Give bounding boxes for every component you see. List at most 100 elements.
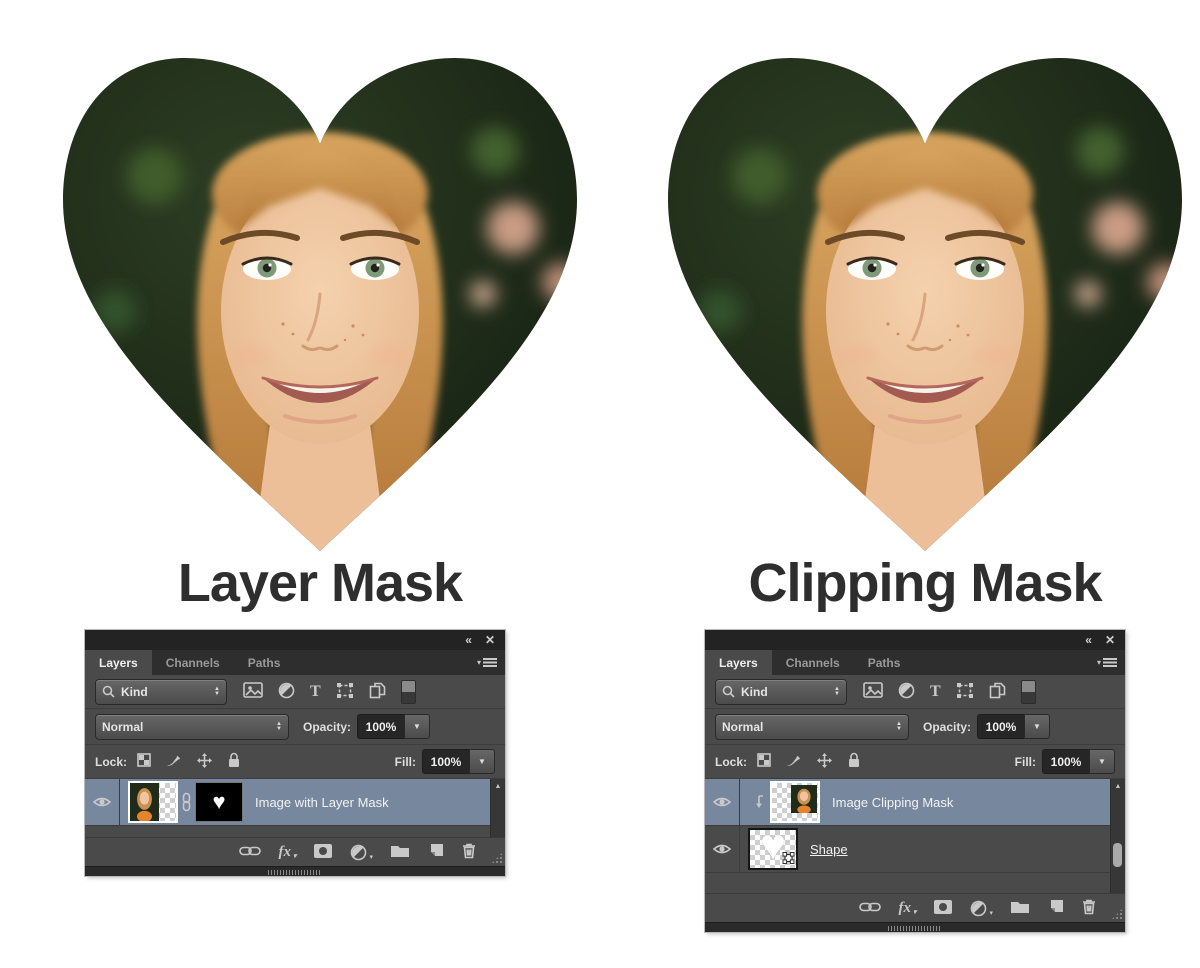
layer-name[interactable]: Image with Layer Mask bbox=[255, 795, 389, 810]
lock-transparency-icon[interactable] bbox=[137, 753, 151, 770]
panel-toolbar: fx ▾ ▾ bbox=[85, 838, 505, 866]
filter-pixel-layers-icon[interactable] bbox=[863, 682, 883, 701]
fill-value[interactable]: 100% bbox=[422, 749, 469, 774]
spinner-icon: ▲▼ bbox=[890, 722, 902, 731]
fill-dropdown-arrow[interactable]: ▼ bbox=[1089, 749, 1115, 774]
layer-thumbnail[interactable] bbox=[128, 781, 178, 823]
lock-pixels-icon[interactable] bbox=[165, 753, 182, 771]
mask-link-icon[interactable] bbox=[181, 792, 192, 812]
panel-tab-bar: Layers Channels Paths ▾ bbox=[85, 650, 505, 675]
layer-style-icon[interactable]: fx ▾ bbox=[898, 901, 916, 916]
tab-layers[interactable]: Layers bbox=[705, 650, 772, 675]
blend-mode-value: Normal bbox=[722, 720, 763, 734]
add-layer-mask-icon[interactable] bbox=[313, 843, 333, 862]
filter-toggle-icon[interactable] bbox=[1021, 680, 1036, 704]
close-panel-icon[interactable]: ✕ bbox=[485, 634, 495, 646]
layer-thumbnail-photo bbox=[130, 783, 159, 821]
link-layers-icon[interactable] bbox=[859, 901, 881, 916]
lock-transparency-icon[interactable] bbox=[757, 753, 771, 770]
opacity-dropdown-arrow[interactable]: ▼ bbox=[1024, 714, 1050, 739]
opacity-control: 100% ▼ bbox=[977, 714, 1050, 739]
tab-layers[interactable]: Layers bbox=[85, 650, 152, 675]
adjustment-layer-icon[interactable]: ▾ bbox=[970, 900, 993, 917]
link-layers-icon[interactable] bbox=[239, 845, 261, 860]
new-layer-icon[interactable] bbox=[427, 843, 444, 862]
lock-position-icon[interactable] bbox=[196, 752, 213, 772]
opacity-value[interactable]: 100% bbox=[357, 714, 404, 739]
blend-mode-value: Normal bbox=[102, 720, 143, 734]
kind-filter-dropdown[interactable]: Kind ▲▼ bbox=[95, 679, 227, 705]
filter-toggle-icon[interactable] bbox=[401, 680, 416, 704]
new-group-icon[interactable] bbox=[1010, 899, 1030, 917]
opacity-value[interactable]: 100% bbox=[977, 714, 1024, 739]
delete-layer-icon[interactable] bbox=[461, 842, 477, 862]
panel-menu-icon[interactable]: ▾ bbox=[1097, 650, 1117, 675]
layer-row-image-with-layer-mask[interactable]: ♥ Image with Layer Mask bbox=[85, 779, 491, 826]
lock-all-icon[interactable] bbox=[227, 752, 241, 771]
kind-filter-label: Kind bbox=[741, 685, 768, 699]
scrollbar-thumb[interactable] bbox=[1113, 843, 1122, 867]
scroll-up-icon[interactable]: ▲ bbox=[1115, 783, 1122, 790]
opacity-dropdown-arrow[interactable]: ▼ bbox=[404, 714, 430, 739]
clipping-mask-caption: Clipping Mask bbox=[650, 556, 1200, 610]
lock-row: Lock: Fill: 100% ▼ bbox=[705, 745, 1125, 779]
layer-name[interactable]: Image Clipping Mask bbox=[832, 795, 953, 810]
fill-label: Fill: bbox=[395, 755, 416, 769]
scroll-up-icon[interactable]: ▲ bbox=[495, 783, 502, 790]
filter-type-layers-icon[interactable]: T bbox=[930, 684, 941, 700]
blend-row: Normal ▲▼ Opacity: 100% ▼ bbox=[85, 709, 505, 745]
panel-drag-grip[interactable] bbox=[268, 870, 322, 875]
panel-resize-grip[interactable] bbox=[1111, 908, 1123, 920]
fill-dropdown-arrow[interactable]: ▼ bbox=[469, 749, 495, 774]
lock-all-icon[interactable] bbox=[847, 752, 861, 771]
add-layer-mask-icon[interactable] bbox=[933, 899, 953, 918]
layer-style-icon[interactable]: fx ▾ bbox=[278, 845, 296, 860]
layer-mask-thumbnail[interactable]: ♥ bbox=[195, 782, 243, 822]
filter-smart-object-icon[interactable] bbox=[989, 682, 1006, 702]
new-group-icon[interactable] bbox=[390, 843, 410, 861]
filter-row: Kind ▲▼ T bbox=[85, 675, 505, 709]
filter-smart-object-icon[interactable] bbox=[369, 682, 386, 702]
fill-value[interactable]: 100% bbox=[1042, 749, 1089, 774]
close-panel-icon[interactable]: ✕ bbox=[1105, 634, 1115, 646]
tab-paths[interactable]: Paths bbox=[234, 650, 295, 675]
delete-layer-icon[interactable] bbox=[1081, 898, 1097, 918]
kind-filter-dropdown[interactable]: Kind ▲▼ bbox=[715, 679, 847, 705]
adjustment-layer-icon[interactable]: ▾ bbox=[350, 844, 373, 861]
fill-control: 100% ▼ bbox=[1042, 749, 1115, 774]
visibility-toggle[interactable] bbox=[705, 779, 740, 825]
layer-name[interactable]: Shape bbox=[810, 842, 848, 857]
blend-mode-dropdown[interactable]: Normal ▲▼ bbox=[715, 714, 909, 740]
spinner-icon: ▲▼ bbox=[828, 687, 840, 696]
layers-scrollbar[interactable]: ▲ bbox=[1110, 779, 1125, 893]
page-canvas: Layer Mask Clipping Mask « ✕ Layers Chan… bbox=[0, 0, 1200, 968]
filter-adjustment-layers-icon[interactable] bbox=[278, 682, 295, 702]
layer-thumbnail[interactable] bbox=[770, 781, 820, 823]
layers-scrollbar[interactable]: ▲ bbox=[490, 779, 505, 837]
panel-menu-icon[interactable]: ▾ bbox=[477, 650, 497, 675]
panel-drag-grip[interactable] bbox=[888, 926, 942, 931]
layer-row-image-clipping-mask[interactable]: Image Clipping Mask bbox=[705, 779, 1111, 826]
filter-type-layers-icon[interactable]: T bbox=[310, 684, 321, 700]
new-layer-icon[interactable] bbox=[1047, 899, 1064, 918]
panel-toolbar: fx ▾ ▾ bbox=[705, 894, 1125, 922]
filter-adjustment-layers-icon[interactable] bbox=[898, 682, 915, 702]
panel-resize-grip[interactable] bbox=[491, 852, 503, 864]
filter-pixel-layers-icon[interactable] bbox=[243, 682, 263, 701]
search-icon bbox=[722, 685, 735, 698]
lock-position-icon[interactable] bbox=[816, 752, 833, 772]
collapse-panel-icon[interactable]: « bbox=[465, 634, 471, 646]
layer-row-shape[interactable]: ♥ Shape bbox=[705, 826, 1111, 873]
lock-pixels-icon[interactable] bbox=[785, 753, 802, 771]
blend-mode-dropdown[interactable]: Normal ▲▼ bbox=[95, 714, 289, 740]
visibility-toggle[interactable] bbox=[85, 779, 120, 825]
fill-control: 100% ▼ bbox=[422, 749, 495, 774]
tab-channels[interactable]: Channels bbox=[152, 650, 234, 675]
collapse-panel-icon[interactable]: « bbox=[1085, 634, 1091, 646]
tab-paths[interactable]: Paths bbox=[854, 650, 915, 675]
visibility-toggle[interactable] bbox=[705, 826, 740, 872]
filter-shape-layers-icon[interactable] bbox=[336, 682, 354, 702]
shape-layer-thumbnail[interactable]: ♥ bbox=[748, 828, 798, 870]
filter-shape-layers-icon[interactable] bbox=[956, 682, 974, 702]
tab-channels[interactable]: Channels bbox=[772, 650, 854, 675]
